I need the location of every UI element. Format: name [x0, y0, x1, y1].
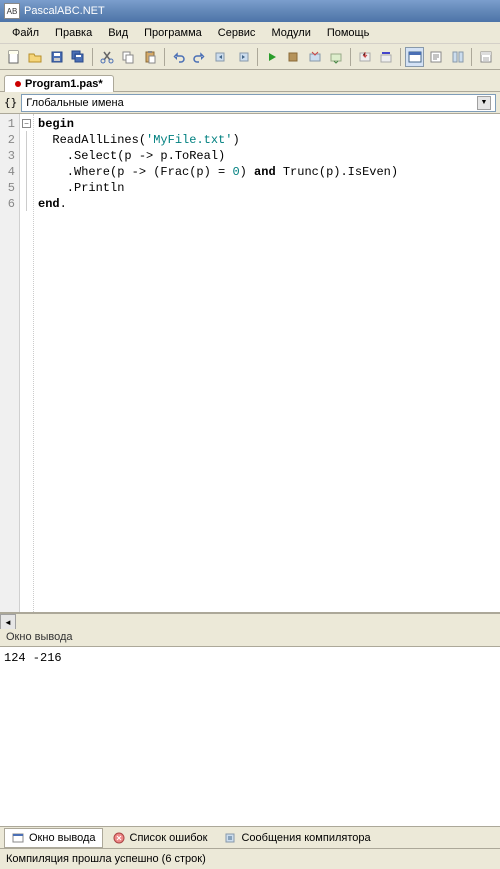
bottom-tab-errors[interactable]: Список ошибок: [105, 828, 215, 848]
toolbar-separator: [257, 48, 258, 66]
save-all-icon[interactable]: [69, 47, 89, 67]
tab-label: Program1.pas*: [25, 78, 103, 90]
fold-toggle-icon[interactable]: −: [22, 119, 31, 128]
menu-modules[interactable]: Модули: [263, 25, 318, 41]
toolbar-separator: [350, 48, 351, 66]
modified-dot-icon: [15, 81, 21, 87]
menu-file[interactable]: Файл: [4, 25, 47, 41]
line-number: 3: [0, 148, 19, 164]
run-icon[interactable]: [262, 47, 282, 67]
line-gutter: 1 2 3 4 5 6: [0, 114, 20, 612]
redo-icon[interactable]: [190, 47, 210, 67]
errors-tab-icon: [112, 831, 126, 845]
toolbar-separator: [164, 48, 165, 66]
scroll-track[interactable]: [16, 614, 500, 629]
scroll-left-icon[interactable]: ◄: [0, 614, 16, 630]
properties-icon[interactable]: [476, 47, 496, 67]
menu-view[interactable]: Вид: [100, 25, 136, 41]
app-icon: AB: [4, 3, 20, 19]
line-number: 1: [0, 116, 19, 132]
menu-program[interactable]: Программа: [136, 25, 210, 41]
bottom-tab-label: Список ошибок: [130, 832, 208, 844]
statusbar: Компиляция прошла успешно (6 строк): [0, 849, 500, 869]
line-number: 6: [0, 196, 19, 212]
toolbar: [0, 44, 500, 70]
open-file-icon[interactable]: [26, 47, 46, 67]
window-title: PascalABC.NET: [24, 5, 105, 17]
scope-icon: {}: [4, 96, 17, 109]
file-tabs: Program1.pas*: [0, 70, 500, 92]
compiler-tab-icon: [223, 831, 237, 845]
paste-icon[interactable]: [140, 47, 160, 67]
toolbar-separator: [400, 48, 401, 66]
bottom-tab-label: Окно вывода: [29, 832, 96, 844]
layout-icon[interactable]: [448, 47, 468, 67]
toolbar-separator: [92, 48, 93, 66]
status-text: Компиляция прошла успешно (6 строк): [6, 853, 206, 865]
step-into-icon[interactable]: [355, 47, 375, 67]
file-tab-active[interactable]: Program1.pas*: [4, 75, 114, 92]
line-number: 4: [0, 164, 19, 180]
menu-service[interactable]: Сервис: [210, 25, 264, 41]
menu-edit[interactable]: Правка: [47, 25, 100, 41]
build-icon[interactable]: [326, 47, 346, 67]
line-number: 2: [0, 132, 19, 148]
output-tab-icon: [11, 831, 25, 845]
toolbar-separator: [471, 48, 472, 66]
undo-icon[interactable]: [169, 47, 189, 67]
editor: 1 2 3 4 5 6 − begin ReadAllLines('MyFile…: [0, 114, 500, 613]
copy-icon[interactable]: [119, 47, 139, 67]
menu-help[interactable]: Помощь: [319, 25, 378, 41]
chevron-down-icon: ▼: [477, 96, 491, 110]
output-title: Окно вывода: [0, 629, 500, 647]
titlebar: AB PascalABC.NET: [0, 0, 500, 22]
fold-line: [26, 131, 27, 211]
scope-bar: {} Глобальные имена ▼: [0, 92, 500, 114]
code-area[interactable]: begin ReadAllLines('MyFile.txt') .Select…: [34, 114, 500, 612]
h-scrollbar[interactable]: ◄: [0, 613, 500, 629]
step-over-icon[interactable]: [376, 47, 396, 67]
scope-dropdown[interactable]: Глобальные имена ▼: [21, 94, 496, 112]
output-text: 124 -216: [4, 651, 62, 665]
line-number: 5: [0, 180, 19, 196]
nav-back-icon[interactable]: [212, 47, 232, 67]
view-code-icon[interactable]: [426, 47, 446, 67]
stop-icon[interactable]: [283, 47, 303, 67]
cut-icon[interactable]: [97, 47, 117, 67]
save-icon[interactable]: [47, 47, 67, 67]
new-file-icon[interactable]: [4, 47, 24, 67]
bottom-tabs: Окно вывода Список ошибок Сообщения комп…: [0, 827, 500, 849]
nav-fwd-icon[interactable]: [233, 47, 253, 67]
bottom-tab-compiler[interactable]: Сообщения компилятора: [216, 828, 377, 848]
menubar: Файл Правка Вид Программа Сервис Модули …: [0, 22, 500, 44]
fold-column: −: [20, 114, 34, 612]
scope-label: Глобальные имена: [26, 97, 124, 109]
output-area[interactable]: 124 -216: [0, 647, 500, 827]
bottom-tab-label: Сообщения компилятора: [241, 832, 370, 844]
view-form-icon[interactable]: [405, 47, 425, 67]
bottom-tab-output[interactable]: Окно вывода: [4, 828, 103, 848]
compile-icon[interactable]: [305, 47, 325, 67]
